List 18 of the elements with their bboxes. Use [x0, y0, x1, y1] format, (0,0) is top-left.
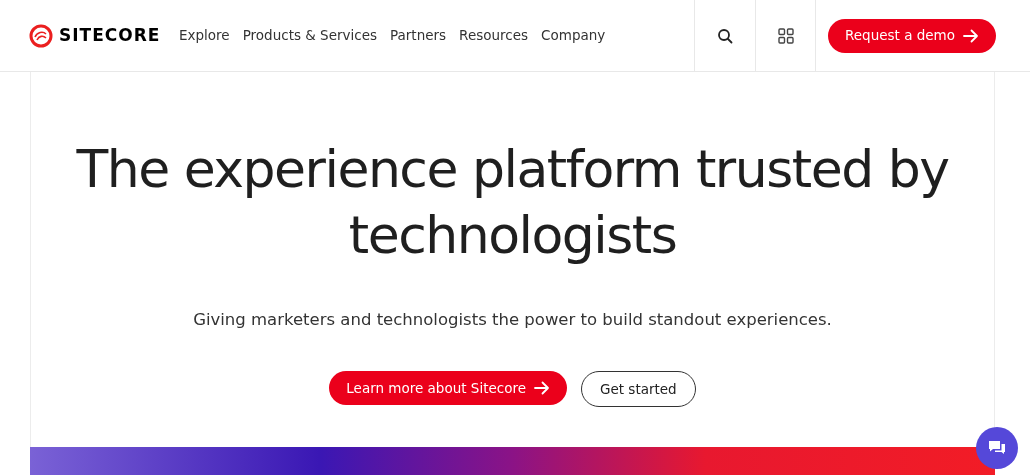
logo-icon: [29, 23, 53, 48]
nav-link[interactable]: Resources: [459, 25, 529, 46]
apps-button[interactable]: [755, 0, 816, 71]
hero-subtitle: Giving marketers and technologists the power to build standout experiences.: [193, 309, 832, 331]
nav-link[interactable]: Explore: [179, 25, 230, 46]
chat-icon: [988, 440, 1006, 456]
chat-button[interactable]: [976, 427, 1018, 469]
nav-link[interactable]: Partners: [390, 25, 447, 46]
nav-link[interactable]: Products & Services: [242, 25, 377, 46]
nav-link[interactable]: Company: [541, 25, 606, 46]
learn-more-button[interactable]: Learn more about Sitecore: [329, 370, 567, 405]
request-demo-button[interactable]: Request a demo: [828, 18, 996, 53]
arrow-icon: [534, 380, 550, 395]
logo-text: SITECORE: [59, 23, 161, 47]
grid-icon: [777, 27, 794, 44]
hero-headline: The experience platform trusted by technologists: [75, 138, 950, 267]
arrow-icon: [963, 28, 979, 43]
search-icon: [717, 27, 733, 44]
